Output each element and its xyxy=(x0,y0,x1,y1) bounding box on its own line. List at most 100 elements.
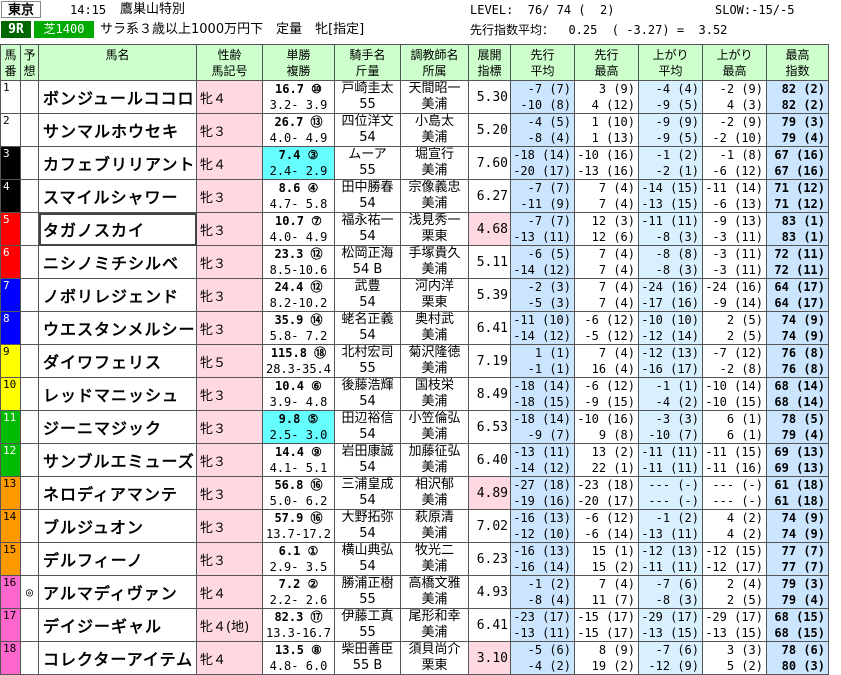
horse-name-text[interactable]: ジーニマジック xyxy=(43,419,162,438)
late-avg-line1: -14 (15) xyxy=(641,181,699,195)
venue-label: 東京 xyxy=(1,1,41,18)
table-row[interactable]: 1 ボンジュールココロ 牝４ 16.7 ⑩ 3.2- 3.9 戸崎圭太 55 天間昭一 美浦 5.… xyxy=(0,80,829,114)
early-avg-line1: -18 (14) xyxy=(513,379,571,393)
horse-name-text[interactable]: コレクターアイテム xyxy=(43,650,193,669)
best-index: 82 (2) 82 (2) xyxy=(766,80,829,114)
late-max-line1: --- (-) xyxy=(712,478,763,492)
early-avg-line2: -13 (11) xyxy=(513,230,571,244)
late-avg-line2: -4 (2) xyxy=(655,395,699,409)
horse-number: 5 xyxy=(0,212,21,246)
win-odds: 24.4 ⑫ xyxy=(274,280,323,294)
jockey-line1: 松岡正海 xyxy=(341,246,394,262)
late-max-line1: -29 (17) xyxy=(705,610,763,624)
odds: 13.5 ⑧ 4.8- 6.0 xyxy=(262,641,335,675)
horse-name-text[interactable]: ニシノミチシルベ xyxy=(43,254,179,273)
best-index: 71 (12) 71 (12) xyxy=(766,179,829,213)
trainer: 加藤征弘 美浦 xyxy=(400,443,469,477)
late-avg-line2: -13 (11) xyxy=(641,527,699,541)
early-speed-max: -15 (17) -15 (17) xyxy=(574,608,639,642)
horse-name-text[interactable]: デルフィーノ xyxy=(43,551,144,570)
table-row[interactable]: 18 コレクターアイテム 牝４ 13.5 ⑧ 4.8- 6.0 柴田善臣 55 B 須貝尚介栗… xyxy=(0,641,829,675)
table-row[interactable]: 4 スマイルシャワー 牝３ 8.6 ④ 4.7- 5.8 田中勝春 54 宗像義忠 美浦 6.27… xyxy=(0,179,829,213)
early-speed-avg: -7 (7) -10 (8) xyxy=(510,80,575,114)
trainer: 堀宣行 美浦 xyxy=(400,146,469,180)
sex-age-text: 牝３ xyxy=(200,454,227,470)
horse-name-text[interactable]: サンブルエミューズ xyxy=(43,452,195,471)
column-header: 上がり 最高 xyxy=(702,44,767,81)
table-row[interactable]: 14 ブルジュオン 牝３ 57.9 ⑯ 13.7-17.2 大野拓弥 54 萩原清 美浦 7.02… xyxy=(0,509,829,543)
column-header-line2: 番 xyxy=(4,63,17,78)
early-avg-line2: -8 (4) xyxy=(527,131,571,145)
early-avg-line1: -27 (18) xyxy=(513,478,571,492)
table-row[interactable]: 5 タガノスカイ 牝３ 10.7 ⑦ 4.0- 4.9 福永祐一 54 浅見秀一 栗東 4.68-… xyxy=(0,212,829,246)
table-row[interactable]: 8 ウエスタンメルシー 牝３ 35.9 ⑭ 5.8- 7.2 蛯名正義 54 奥村武 美浦 6.4… xyxy=(0,311,829,345)
column-header-line2: 最高 xyxy=(594,63,619,78)
best-index: 61 (18) 61 (18) xyxy=(766,476,829,510)
horse-name-text[interactable]: レッドマニッシュ xyxy=(43,386,179,405)
jockey-line1: 福永祐一 xyxy=(341,213,394,229)
table-row[interactable]: 13 ネロディアマンテ 牝３ 56.8 ⑯ 5.0- 6.2 三浦皇成 54 相沢郁 美浦 4.8… xyxy=(0,476,829,510)
horse-name-text[interactable]: ブルジュオン xyxy=(43,518,144,537)
early-speed-max: 12 (3) 12 (6) xyxy=(574,212,639,246)
early-speed-max: 15 (1) 15 (2) xyxy=(574,542,639,576)
horse-name-text[interactable]: カフェブリリアント xyxy=(43,155,195,174)
table-row[interactable]: 12 サンブルエミューズ 牝３ 14.4 ⑨ 4.1- 5.1 岩田康誠 54 加藤征弘 美浦 6… xyxy=(0,443,829,477)
sex-age-text: 牝４ xyxy=(200,586,227,602)
place-odds: 4.0- 4.9 xyxy=(269,230,328,244)
horse-name-text[interactable]: タガノスカイ xyxy=(43,221,145,240)
table-row[interactable]: 11 ジーニマジック 牝３ 9.8 ⑤ 2.5- 3.0 田辺裕信 54 小笠倫弘 美浦 6.53… xyxy=(0,410,829,444)
development-index: 5.30 xyxy=(468,80,511,114)
horse-name-text[interactable]: デイジーギャル xyxy=(43,617,162,636)
header-row-2: 9R 芝1400 サラ系３歳以上1000万円下 定量 牝[指定] 先行指数平均：… xyxy=(0,20,841,40)
table-row[interactable]: 16 ◎ アルマディヴァン 牝４ 7.2 ② 2.2- 2.6 勝浦正樹 55 高橋文雅 美浦 4.… xyxy=(0,575,829,609)
horse-name-text[interactable]: サンマルホウセキ xyxy=(43,122,179,141)
horse-number-text: 4 xyxy=(3,180,10,194)
trainer-line1: 相沢郁 xyxy=(414,477,454,493)
horse-name-text[interactable]: ネロディアマンテ xyxy=(43,485,178,504)
horse-name-text[interactable]: スマイルシャワー xyxy=(43,188,179,207)
late-speed-avg: -7 (6) -8 (3) xyxy=(638,575,703,609)
early-avg-line2: -13 (11) xyxy=(513,626,571,640)
early-avg-line2: -14 (12) xyxy=(513,329,571,343)
early-speed-avg: -7 (7) -13 (11) xyxy=(510,212,575,246)
horse-name-text[interactable]: ボンジュールココロ xyxy=(43,89,195,108)
horse-number: 12 xyxy=(0,443,21,477)
odds: 7.4 ③ 2.4- 2.9 xyxy=(262,146,335,180)
best-index-line1: 68 (14) xyxy=(774,379,825,393)
jockey: 田中勝春 54 xyxy=(334,179,401,213)
horse-name-text[interactable]: ウエスタンメルシー xyxy=(43,320,196,339)
table-row[interactable]: 17 デイジーギャル 牝４(地) 82.3 ⑰ 13.3-16.7 伊藤工真 55 尾形和幸美… xyxy=(0,608,829,642)
late-speed-avg: -1 (1) -4 (2) xyxy=(638,377,703,411)
early-max-line1: -10 (16) xyxy=(577,148,635,162)
horse-name-text[interactable]: ダイワフェリス xyxy=(43,353,162,372)
trainer: 高橋文雅 美浦 xyxy=(400,575,469,609)
table-row[interactable]: 2 サンマルホウセキ 牝３ 26.7 ⑬ 4.0- 4.9 四位洋文 54 小島太 美浦 5.20… xyxy=(0,113,829,147)
index-text: 8.49 xyxy=(476,386,508,402)
table-row[interactable]: 7 ノボリレジェンド 牝３ 24.4 ⑫ 8.2-10.2 武豊 54 河内洋 栗東 5.39 -2… xyxy=(0,278,829,312)
jockey-line2: 54 xyxy=(359,394,376,409)
trainer: 奥村武 美浦 xyxy=(400,311,469,345)
late-max-line2: 6 (1) xyxy=(726,428,763,442)
horse-name: ボンジュールココロ xyxy=(38,80,197,114)
horse-name-text[interactable]: ノボリレジェンド xyxy=(43,287,179,306)
jockey-line1: 伊藤工真 xyxy=(341,609,394,625)
table-row[interactable]: 15 デルフィーノ 牝３ 6.1 ① 2.9- 3.5 横山典弘 54 牧光二 美浦 6.23 -1… xyxy=(0,542,829,576)
late-max-line1: 2 (4) xyxy=(726,577,763,591)
late-max-line2: -10 (15) xyxy=(705,395,763,409)
early-avg-line2: -19 (16) xyxy=(513,494,571,508)
jockey: 田辺裕信 54 xyxy=(334,410,401,444)
horse-number-text: 5 xyxy=(3,213,10,227)
index-text: 5.30 xyxy=(476,89,508,105)
table-row[interactable]: 6 ニシノミチシルベ 牝３ 23.3 ⑫ 8.5-10.6 松岡正海 54 B 手塚貴久 美浦 5… xyxy=(0,245,829,279)
early-avg-line1: -11 (10) xyxy=(513,313,571,327)
late-avg-line1: -1 (2) xyxy=(655,511,699,525)
best-index: 74 (9) 74 (9) xyxy=(766,311,829,345)
late-max-line2: -9 (14) xyxy=(712,296,763,310)
jockey-line1: 後藤浩輝 xyxy=(341,378,394,394)
table-row[interactable]: 3 カフェブリリアント 牝４ 7.4 ③ 2.4- 2.9 ムーア 55 堀宣行 美浦 7.60-… xyxy=(0,146,829,180)
horse-name-text[interactable]: アルマディヴァン xyxy=(43,584,178,603)
column-header: 馬名 xyxy=(38,44,197,81)
jockey-line1: 北村宏司 xyxy=(341,345,394,361)
table-row[interactable]: 10 レッドマニッシュ 牝３ 10.4 ⑥ 3.9- 4.8 後藤浩輝 54 国枝栄 美浦 8.4… xyxy=(0,377,829,411)
table-row[interactable]: 9 ダイワフェリス 牝５ 115.8 ⑱ 28.3-35.4 北村宏司 55 菊沢隆徳 美浦 7.… xyxy=(0,344,829,378)
